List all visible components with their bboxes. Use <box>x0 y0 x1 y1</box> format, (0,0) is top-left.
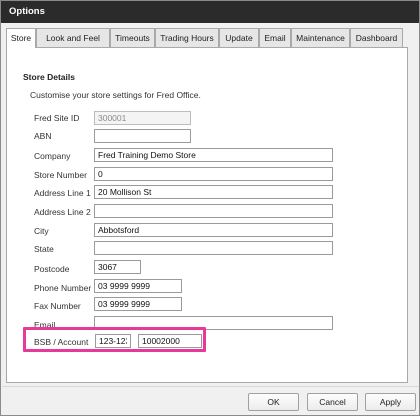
address-line-2-field[interactable] <box>94 204 333 218</box>
state-label: State <box>34 244 54 254</box>
fax-number-label: Fax Number <box>34 301 81 311</box>
phone-number-label: Phone Number <box>34 283 92 293</box>
phone-number-field[interactable] <box>94 279 182 293</box>
account-field[interactable] <box>138 334 202 348</box>
tab-maintenance[interactable]: Maintenance <box>291 28 350 47</box>
tab-update[interactable]: Update <box>219 28 259 47</box>
city-field[interactable] <box>94 223 333 237</box>
tab-timeouts[interactable]: Timeouts <box>110 28 155 47</box>
window-title: Options <box>1 1 419 23</box>
state-field[interactable] <box>94 241 333 255</box>
site-id-label: Fred Site ID <box>34 113 80 123</box>
cancel-button[interactable]: Cancel <box>307 393 358 411</box>
postcode-field[interactable] <box>94 260 141 274</box>
store-number-label: Store Number <box>34 170 87 180</box>
company-field[interactable] <box>94 148 333 162</box>
city-label: City <box>34 226 49 236</box>
abn-label: ABN <box>34 131 52 141</box>
section-description: Customise your store settings for Fred O… <box>30 90 201 100</box>
bsb-account-label: BSB / Account <box>34 337 89 347</box>
address-line-1-label: Address Line 1 <box>34 188 91 198</box>
address-line-1-field[interactable] <box>94 185 333 199</box>
site-id-field <box>94 111 191 125</box>
apply-button[interactable]: Apply <box>365 393 416 411</box>
tab-trading-hours[interactable]: Trading Hours <box>155 28 219 47</box>
ok-button[interactable]: OK <box>248 393 299 411</box>
tab-store[interactable]: Store <box>6 28 36 48</box>
company-label: Company <box>34 151 71 161</box>
section-title: Store Details <box>23 72 75 82</box>
tab-look-and-feel[interactable]: Look and Feel <box>36 28 110 47</box>
tab-dashboard[interactable]: Dashboard <box>350 28 403 47</box>
address-line-2-label: Address Line 2 <box>34 207 91 217</box>
store-number-field[interactable] <box>94 167 333 181</box>
postcode-label: Postcode <box>34 264 70 274</box>
options-window: Options Store Look and Feel Timeouts Tra… <box>0 0 420 416</box>
footer-divider <box>2 386 419 387</box>
bsb-field[interactable] <box>95 334 131 348</box>
tab-email[interactable]: Email <box>259 28 291 47</box>
abn-field[interactable] <box>94 129 191 143</box>
fax-number-field[interactable] <box>94 297 182 311</box>
